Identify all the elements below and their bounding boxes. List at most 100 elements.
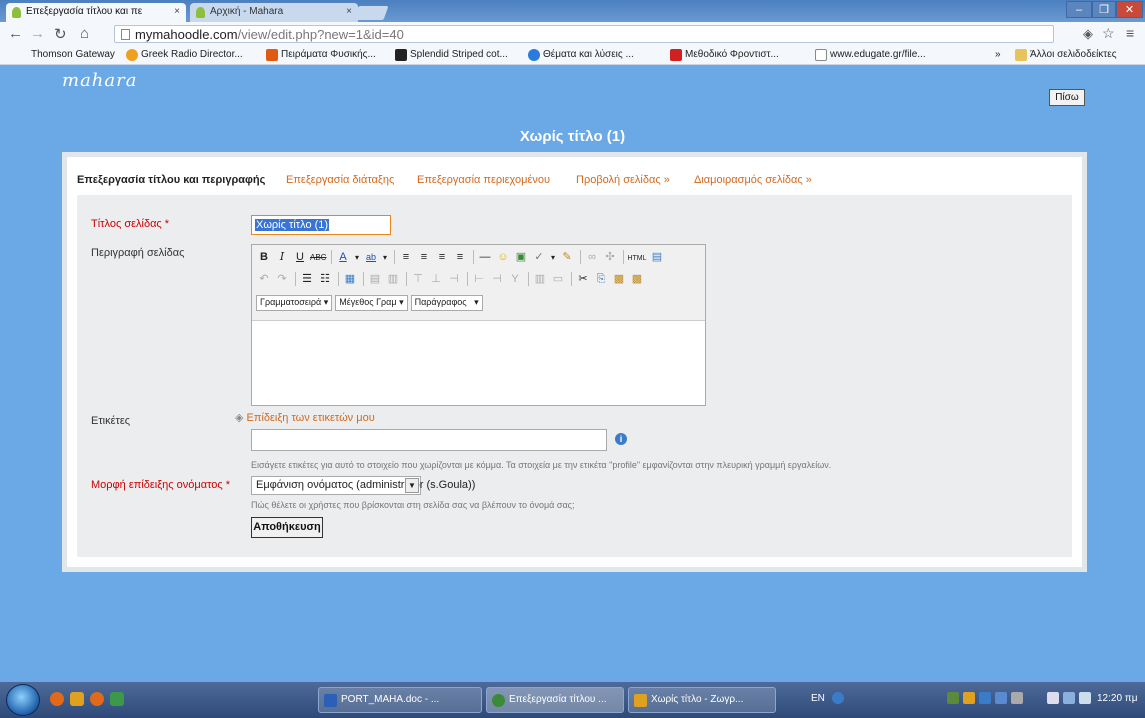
volume-icon[interactable] xyxy=(1079,692,1091,704)
bookmark-item[interactable]: Greek Radio Director... xyxy=(126,49,243,61)
paint-quicklaunch-icon[interactable] xyxy=(110,692,124,706)
title-input[interactable]: Χωρίς τίτλο (1) xyxy=(251,215,391,235)
tray-app-icon[interactable] xyxy=(979,692,991,704)
close-window-icon[interactable]: ✕ xyxy=(1116,1,1143,18)
save-button[interactable]: Αποθήκευση xyxy=(251,517,323,538)
start-button[interactable] xyxy=(6,684,40,716)
bookmark-item[interactable]: Μεθοδικό Φροντιστ... xyxy=(670,49,779,61)
name-display-select[interactable]: Εμφάνιση ονόματος (administrator (s.Goul… xyxy=(251,476,475,495)
bookmark-item[interactable]: Πειράματα Φυσικής... xyxy=(266,49,376,61)
language-indicator[interactable]: EN xyxy=(811,693,825,704)
cut-icon[interactable]: ✂ xyxy=(575,271,591,287)
horizontal-rule-icon[interactable]: — xyxy=(477,249,493,265)
split-cells-icon[interactable]: ▥ xyxy=(532,271,548,287)
col-before-icon[interactable]: ⊢ xyxy=(471,271,487,287)
forward-arrow-icon[interactable]: → xyxy=(30,25,45,42)
taskbar-item[interactable]: Επεξεργασία τίτλου ... xyxy=(486,687,624,713)
align-center-icon[interactable]: ≡ xyxy=(416,249,432,265)
bookmark-item[interactable]: Θέματα και λύσεις ... xyxy=(528,49,634,61)
tray-app-icon[interactable] xyxy=(1011,692,1023,704)
close-tab-icon[interactable]: × xyxy=(174,6,180,17)
help-tray-icon[interactable] xyxy=(832,692,844,704)
row-after-icon[interactable]: ⊥ xyxy=(428,271,444,287)
align-right-icon[interactable]: ≡ xyxy=(434,249,450,265)
tab-edit-content[interactable]: Επεξεργασία περιεχομένου xyxy=(417,174,550,186)
delete-row-icon[interactable]: ⊣ xyxy=(446,271,462,287)
browser-tab-home[interactable]: Αρχική - Mahara × xyxy=(190,3,358,22)
reload-icon[interactable]: ↻ xyxy=(54,25,67,43)
app-quicklaunch-icon[interactable] xyxy=(70,692,84,706)
new-tab-button[interactable] xyxy=(353,6,389,20)
browser-tab-edit[interactable]: Επεξεργασία τίτλου και πε × xyxy=(6,3,186,22)
taskbar-item[interactable]: PORT_MAHA.doc - ... xyxy=(318,687,482,713)
insert-table-icon[interactable]: ▦ xyxy=(342,271,358,287)
image-icon[interactable]: ▣ xyxy=(513,249,529,265)
back-arrow-icon[interactable]: ← xyxy=(8,25,23,42)
bookmark-item[interactable]: www.edugate.gr/file... xyxy=(815,49,926,61)
paste-word-icon[interactable]: ▩ xyxy=(629,271,645,287)
clock[interactable]: 12:20 πμ xyxy=(1097,693,1137,704)
redo-icon[interactable]: ↷ xyxy=(274,271,290,287)
table-cell-icon[interactable]: ▥ xyxy=(385,271,401,287)
taskbar-item[interactable]: Χωρίς τίτλο - Ζωγρ... xyxy=(628,687,776,713)
home-icon[interactable]: ⌂ xyxy=(80,25,89,42)
tags-input[interactable] xyxy=(251,429,607,451)
firefox-quicklaunch-icon[interactable] xyxy=(50,692,64,706)
format-dropdown[interactable]: Παράγραφος ▾ xyxy=(410,295,483,311)
extension-icon[interactable]: ◈ xyxy=(1083,26,1093,42)
tray-app-icon[interactable] xyxy=(947,692,959,704)
chevron-down-icon[interactable]: ▾ xyxy=(381,250,389,266)
mahara-logo[interactable]: mahara xyxy=(62,70,137,91)
network-icon[interactable] xyxy=(1063,692,1075,704)
html-source-icon[interactable]: HTML xyxy=(627,251,647,267)
col-after-icon[interactable]: ⊣ xyxy=(489,271,505,287)
minimize-window-icon[interactable]: – xyxy=(1066,1,1092,18)
description-textarea[interactable] xyxy=(252,320,705,405)
other-bookmarks-folder[interactable]: Άλλοι σελιδοδείκτες xyxy=(1015,49,1117,61)
spellcheck-icon[interactable]: ✓ xyxy=(531,249,547,265)
maximize-window-icon[interactable]: ❐ xyxy=(1092,1,1116,18)
cleanup-icon[interactable]: ✎ xyxy=(559,249,575,265)
row-before-icon[interactable]: ⊤ xyxy=(410,271,426,287)
emoticon-icon[interactable]: ☺ xyxy=(495,249,511,265)
font-size-dropdown[interactable]: Μέγεθος Γραμ ▾ xyxy=(335,295,408,311)
align-justify-icon[interactable]: ≡ xyxy=(452,249,468,265)
tray-app-icon[interactable] xyxy=(963,692,975,704)
strikethrough-icon[interactable]: ABC xyxy=(310,250,326,266)
browser-quicklaunch-icon[interactable] xyxy=(90,692,104,706)
star-bookmark-icon[interactable]: ☆ xyxy=(1102,25,1115,42)
address-bar[interactable]: mymahoodle.com/view/edit.php?new=1&id=40 xyxy=(114,25,1054,43)
unlink-icon[interactable]: ✣ xyxy=(602,249,618,265)
back-button[interactable]: Πίσω xyxy=(1049,89,1085,106)
bluetooth-icon[interactable] xyxy=(995,692,1007,704)
bold-icon[interactable]: B xyxy=(256,249,272,265)
fullscreen-icon[interactable]: ▤ xyxy=(649,249,665,265)
show-my-tags-link[interactable]: ◈ Επίδειξη των ετικετών μου xyxy=(235,411,375,424)
highlight-color-icon[interactable]: ab xyxy=(363,249,379,265)
table-row-icon[interactable]: ▤ xyxy=(367,271,383,287)
text-color-icon[interactable]: A xyxy=(335,249,351,265)
numbered-list-icon[interactable]: ☷ xyxy=(317,271,333,287)
tab-edit-layout[interactable]: Επεξεργασία διάταξης xyxy=(286,174,394,186)
undo-icon[interactable]: ↶ xyxy=(256,271,272,287)
bookmark-item[interactable]: Splendid Striped cot... xyxy=(395,49,508,61)
tab-share-page[interactable]: Διαμοιρασμός σελίδας » xyxy=(694,174,812,186)
action-center-icon[interactable] xyxy=(1047,692,1059,704)
italic-icon[interactable]: I xyxy=(274,249,290,265)
font-family-dropdown[interactable]: Γραμματοσειρά ▾ xyxy=(256,295,333,311)
chevron-down-icon[interactable]: ▾ xyxy=(353,250,361,266)
bookmarks-overflow-icon[interactable]: » xyxy=(995,49,1001,60)
tab-view-page[interactable]: Προβολή σελίδας » xyxy=(576,174,670,186)
merge-cells-icon[interactable]: ▭ xyxy=(550,271,566,287)
bookmark-item[interactable]: Thomson Gateway xyxy=(16,49,115,60)
delete-col-icon[interactable]: Y xyxy=(507,271,523,287)
chevron-down-icon[interactable]: ▾ xyxy=(549,250,557,266)
align-left-icon[interactable]: ≡ xyxy=(398,249,414,265)
underline-icon[interactable]: U xyxy=(292,249,308,265)
close-tab-icon[interactable]: × xyxy=(346,6,352,17)
info-icon[interactable]: i xyxy=(615,433,627,445)
copy-icon[interactable]: ⎘ xyxy=(593,271,609,287)
tab-edit-title[interactable]: Επεξεργασία τίτλου και περιγραφής xyxy=(77,174,265,186)
link-icon[interactable]: ∞ xyxy=(584,249,600,265)
menu-wrench-icon[interactable]: ≡ xyxy=(1126,25,1134,41)
